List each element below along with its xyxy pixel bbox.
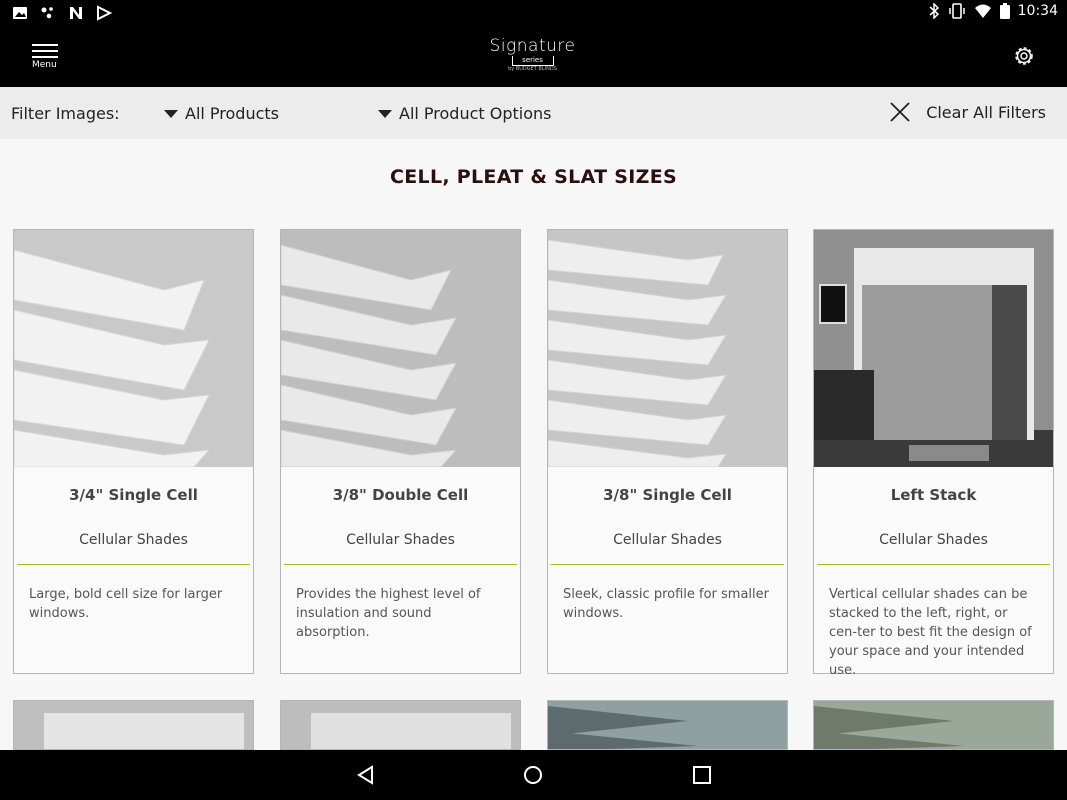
dots-icon [41,7,53,19]
product-card-partial[interactable] [13,700,254,750]
card-title: 3/8" Double Cell [332,486,469,504]
settings-gear-icon[interactable] [1011,43,1037,69]
pleated-shade-image-partial [548,701,787,749]
filter-bar: Filter Images: All Products All Product … [0,87,1067,139]
card-category: Cellular Shades [613,532,722,548]
filter-label: Filter Images: [11,104,120,123]
back-icon[interactable] [355,764,377,786]
card-description: Sleek, classic profile for smaller windo… [563,587,769,621]
system-navigation-bar [0,750,1067,800]
card-category: Cellular Shades [346,532,455,548]
product-card-partial[interactable] [280,700,521,750]
status-bar: 10:34 [0,0,1067,26]
signature-series-logo: Signature series by BUDGET BLINDS [489,36,576,72]
card-description: Vertical cellular shades can be stacked … [829,587,1032,678]
dropdown-caret-icon [378,109,392,118]
product-card-partial[interactable] [547,700,788,750]
shade-image-partial [281,701,520,749]
status-time: 10:34 [1017,3,1058,19]
product-card[interactable]: 3/8" Double Cell Cellular Shades Provide… [280,229,521,674]
card-divider [817,564,1050,565]
single-cell-shade-image [13,230,253,468]
image-icon [13,7,27,19]
card-divider [17,564,250,565]
products-dropdown-value: All Products [185,104,280,123]
card-title: Left Stack [890,486,977,504]
double-cell-shade-image [280,230,520,468]
n-icon [70,7,82,19]
single-cell-small-shade-image [547,230,787,468]
section-title: CELL, PLEAT & SLAT SIZES [390,166,677,188]
card-description: Provides the highest level of insulation… [296,587,481,640]
battery-icon [999,3,1010,19]
recent-apps-icon[interactable] [691,764,713,786]
menu-label: Menu [32,60,57,70]
dropdown-caret-icon [164,109,178,118]
clear-filters-button[interactable]: Clear All Filters [889,101,1046,123]
card-divider [551,564,784,565]
shade-image-partial [14,701,253,749]
home-icon[interactable] [522,764,544,786]
product-options-dropdown-value: All Product Options [399,104,552,123]
card-description: Large, bold cell size for larger windows… [29,587,223,621]
card-category: Cellular Shades [879,532,988,548]
product-options-dropdown[interactable]: All Product Options [378,104,552,123]
vibrate-icon [948,3,965,19]
left-stack-room-image [814,230,1053,467]
card-divider [284,564,517,565]
products-dropdown[interactable]: All Products [164,104,279,123]
pleated-shade-image-partial [814,701,1053,749]
clear-filters-label: Clear All Filters [926,102,1046,122]
menu-button[interactable]: Menu [30,42,62,72]
bluetooth-icon [929,3,939,19]
app-bar: Menu Signature series by BUDGET BLINDS [0,26,1067,87]
close-icon [890,102,910,122]
product-card[interactable]: 3/8" Single Cell Cellular Shades Sleek, … [547,229,788,674]
product-card[interactable]: Left Stack Cellular Shades Vertical cell… [813,229,1054,678]
product-card[interactable]: 3/4" Single Cell Cellular Shades Large, … [13,229,254,674]
wifi-icon [974,4,991,18]
card-title: 3/8" Single Cell [603,486,732,504]
product-card-partial[interactable] [813,700,1054,750]
card-category: Cellular Shades [79,532,188,548]
play-store-icon [97,5,112,21]
card-title: 3/4" Single Cell [69,486,198,504]
